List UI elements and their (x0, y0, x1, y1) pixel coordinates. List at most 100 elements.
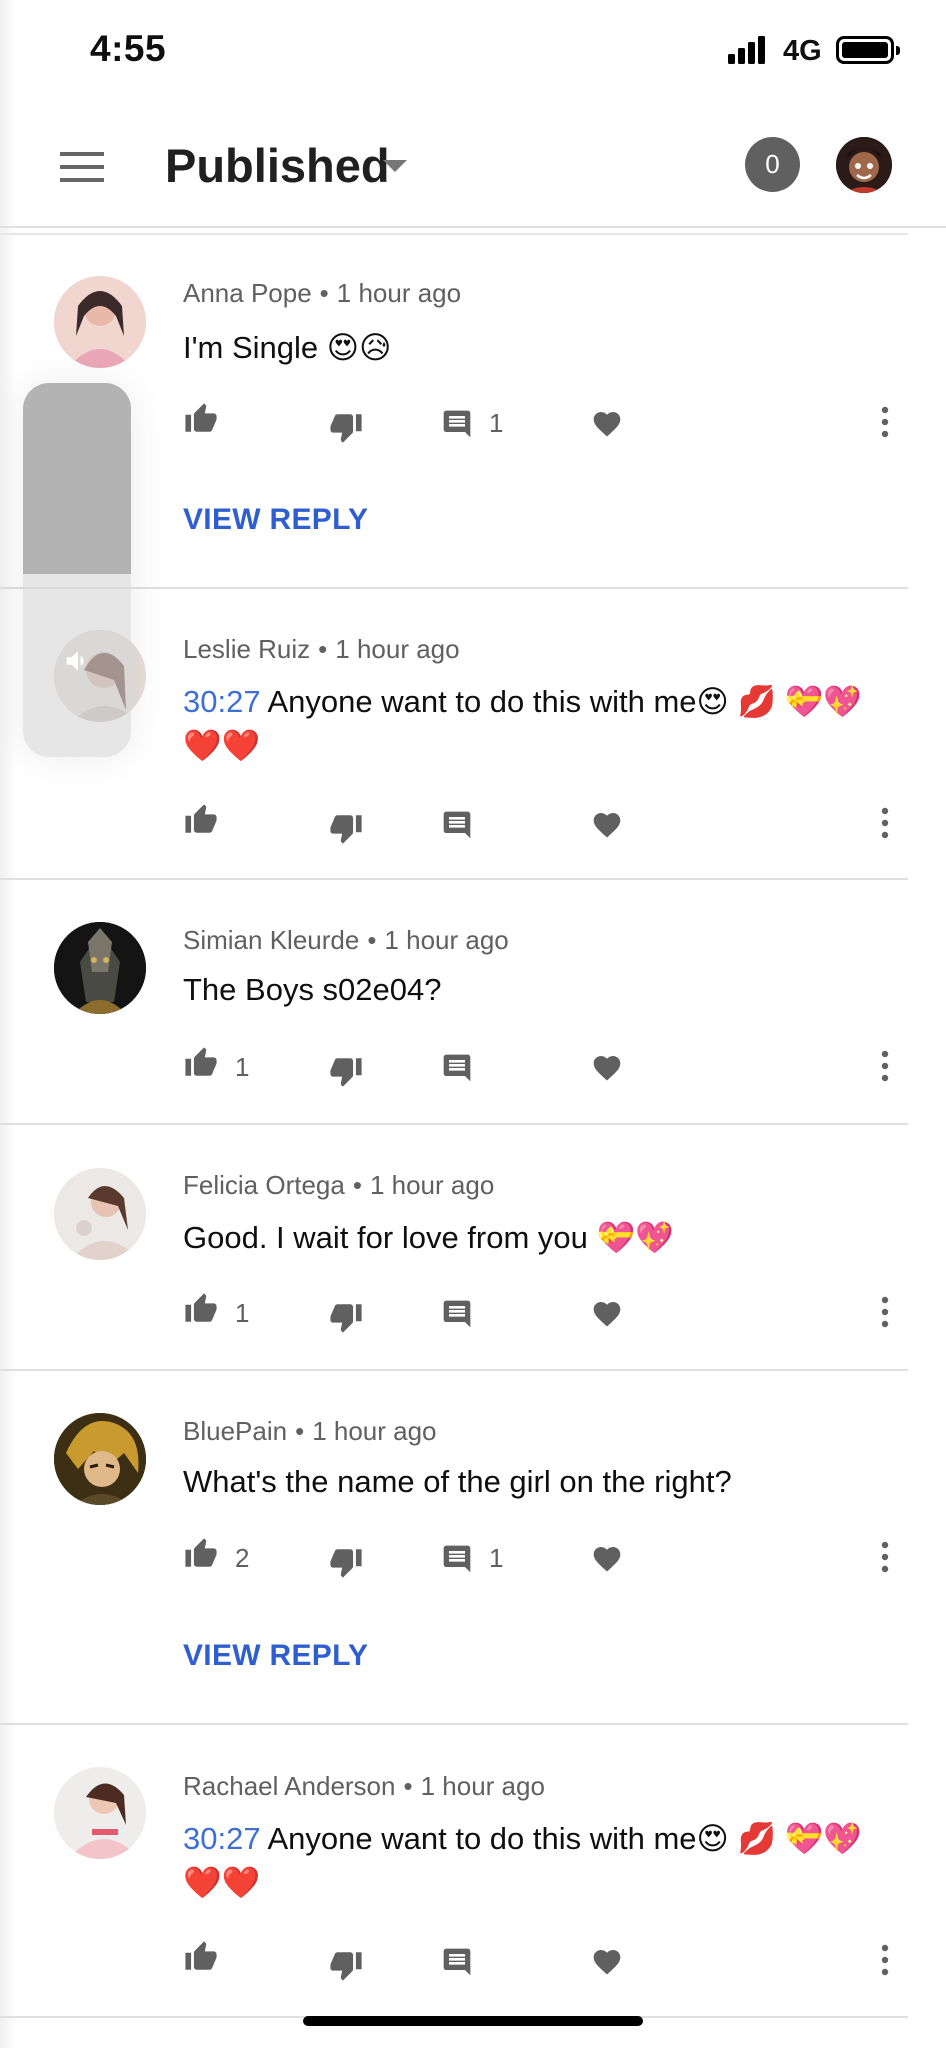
comment-actions: 2 1 (0, 1537, 908, 1578)
dislike-button[interactable] (328, 1292, 368, 1333)
more-options-button[interactable] (870, 1940, 900, 1980)
like-button[interactable] (183, 1940, 273, 1980)
more-vertical-icon (881, 1541, 889, 1573)
more-options-button[interactable] (870, 803, 900, 843)
reply-button[interactable] (441, 1046, 531, 1086)
view-reply-button[interactable]: VIEW REPLY (183, 1639, 368, 1673)
thumbs-down-icon (330, 815, 362, 844)
comment-meta: Anna Pope • 1 hour ago (183, 278, 462, 308)
heart-icon (593, 1547, 621, 1572)
comment-list: Anna Pope • 1 hour ago I'm Single 😍😥 1 V… (0, 0, 946, 2048)
comment-meta: Rachael Anderson • 1 hour ago (183, 1771, 545, 1801)
thumbs-up-icon (185, 1293, 217, 1322)
reply-button[interactable] (441, 1292, 531, 1332)
heart-icon (593, 1056, 621, 1081)
comment-author[interactable]: Leslie Ruiz (183, 634, 310, 664)
reply-button[interactable]: 1 (441, 402, 531, 442)
dislike-button[interactable] (328, 402, 368, 443)
heart-button[interactable] (590, 1046, 626, 1086)
heart-button[interactable] (590, 1537, 626, 1577)
comment-time: 1 hour ago (336, 278, 462, 308)
more-vertical-icon (881, 1944, 889, 1976)
more-vertical-icon (881, 406, 889, 438)
comment-body: Good. I wait for love from you 💝💖 (183, 1220, 674, 1255)
commenter-avatar[interactable] (54, 1413, 146, 1505)
dislike-button[interactable] (328, 1940, 368, 1981)
thumbs-down-icon (330, 1058, 362, 1087)
comment-divider (0, 878, 908, 880)
comment-author[interactable]: Simian Kleurde (183, 925, 359, 955)
comment-text: 30:27 Anyone want to do this with me😍 💋 … (183, 1817, 883, 1905)
comment-icon (443, 1545, 471, 1573)
comment-author[interactable]: Anna Pope (183, 278, 312, 308)
thumbs-up-icon (185, 804, 217, 833)
volume-level-fill (23, 383, 131, 574)
dislike-button[interactable] (328, 1537, 368, 1578)
thumbs-down-icon (330, 1952, 362, 1981)
volume-slider[interactable] (23, 383, 131, 757)
comment-author[interactable]: Rachael Anderson (183, 1771, 395, 1801)
commenter-avatar[interactable] (54, 922, 146, 1014)
more-vertical-icon (881, 1296, 889, 1328)
thumbs-down-icon (330, 1549, 362, 1578)
timestamp-link[interactable]: 30:27 (183, 1821, 261, 1856)
comment-author[interactable]: Felicia Ortega (183, 1170, 345, 1200)
like-button[interactable]: 1 (183, 1292, 273, 1332)
home-indicator[interactable] (303, 2016, 643, 2026)
heart-icon (593, 1302, 621, 1327)
comment-body: What's the name of the girl on the right… (183, 1464, 732, 1499)
like-button[interactable] (183, 803, 273, 843)
comment-divider (0, 1123, 908, 1125)
comment-time: 1 hour ago (335, 634, 460, 664)
like-button[interactable]: 2 (183, 1537, 273, 1577)
thumbs-down-icon (330, 1304, 362, 1333)
comment-icon (443, 1948, 471, 1976)
comment-actions: 1 (0, 1292, 908, 1333)
comment-meta: Leslie Ruiz • 1 hour ago (183, 634, 460, 664)
more-options-button[interactable] (870, 402, 900, 442)
heart-icon (593, 813, 621, 838)
speaker-icon (66, 651, 84, 671)
more-options-button[interactable] (870, 1046, 900, 1086)
view-reply-button[interactable]: VIEW REPLY (183, 503, 368, 537)
comment-divider (0, 1369, 908, 1371)
comment-actions: 1 (0, 1046, 908, 1087)
comment-text: I'm Single 😍😥 (183, 326, 883, 370)
comment-body: The Boys s02e04? (183, 972, 442, 1007)
heart-button[interactable] (590, 803, 626, 843)
like-button[interactable]: 1 (183, 1046, 273, 1086)
comment-actions (0, 803, 908, 844)
comment-body: Anyone want to do this with me😍 💋 💝💖❤️❤️ (183, 1821, 862, 1900)
more-vertical-icon (881, 807, 889, 839)
thumbs-down-icon (330, 414, 362, 443)
comment-divider (0, 1723, 908, 1725)
more-options-button[interactable] (870, 1292, 900, 1332)
heart-button[interactable] (590, 402, 626, 442)
like-button[interactable] (183, 402, 273, 442)
heart-button[interactable] (590, 1292, 626, 1332)
comment-actions (0, 1940, 908, 1981)
dislike-button[interactable] (328, 803, 368, 844)
thumbs-up-icon (185, 1538, 217, 1567)
comment-meta: Felicia Ortega • 1 hour ago (183, 1170, 495, 1200)
comment-time: 1 hour ago (369, 1170, 495, 1200)
reply-button[interactable] (441, 1940, 531, 1980)
like-count: 1 (235, 1052, 250, 1082)
comment-icon (443, 811, 471, 839)
comment-divider (0, 587, 908, 589)
like-count: 2 (235, 1543, 250, 1573)
commenter-avatar[interactable] (54, 1767, 146, 1859)
timestamp-link[interactable]: 30:27 (183, 684, 261, 719)
commenter-avatar[interactable] (54, 1168, 146, 1260)
dislike-button[interactable] (328, 1046, 368, 1087)
comment-time: 1 hour ago (312, 1416, 437, 1446)
reply-button[interactable] (441, 803, 531, 843)
heart-button[interactable] (590, 1940, 626, 1980)
comment-author[interactable]: BluePain (183, 1416, 287, 1446)
reply-count: 1 (489, 1543, 504, 1573)
more-options-button[interactable] (870, 1537, 900, 1577)
comment-actions: 1 (0, 402, 908, 443)
comment-body: Anyone want to do this with me😍 💋 💝💖❤️❤️ (183, 684, 862, 763)
commenter-avatar[interactable] (54, 276, 146, 368)
reply-button[interactable]: 1 (441, 1537, 531, 1577)
